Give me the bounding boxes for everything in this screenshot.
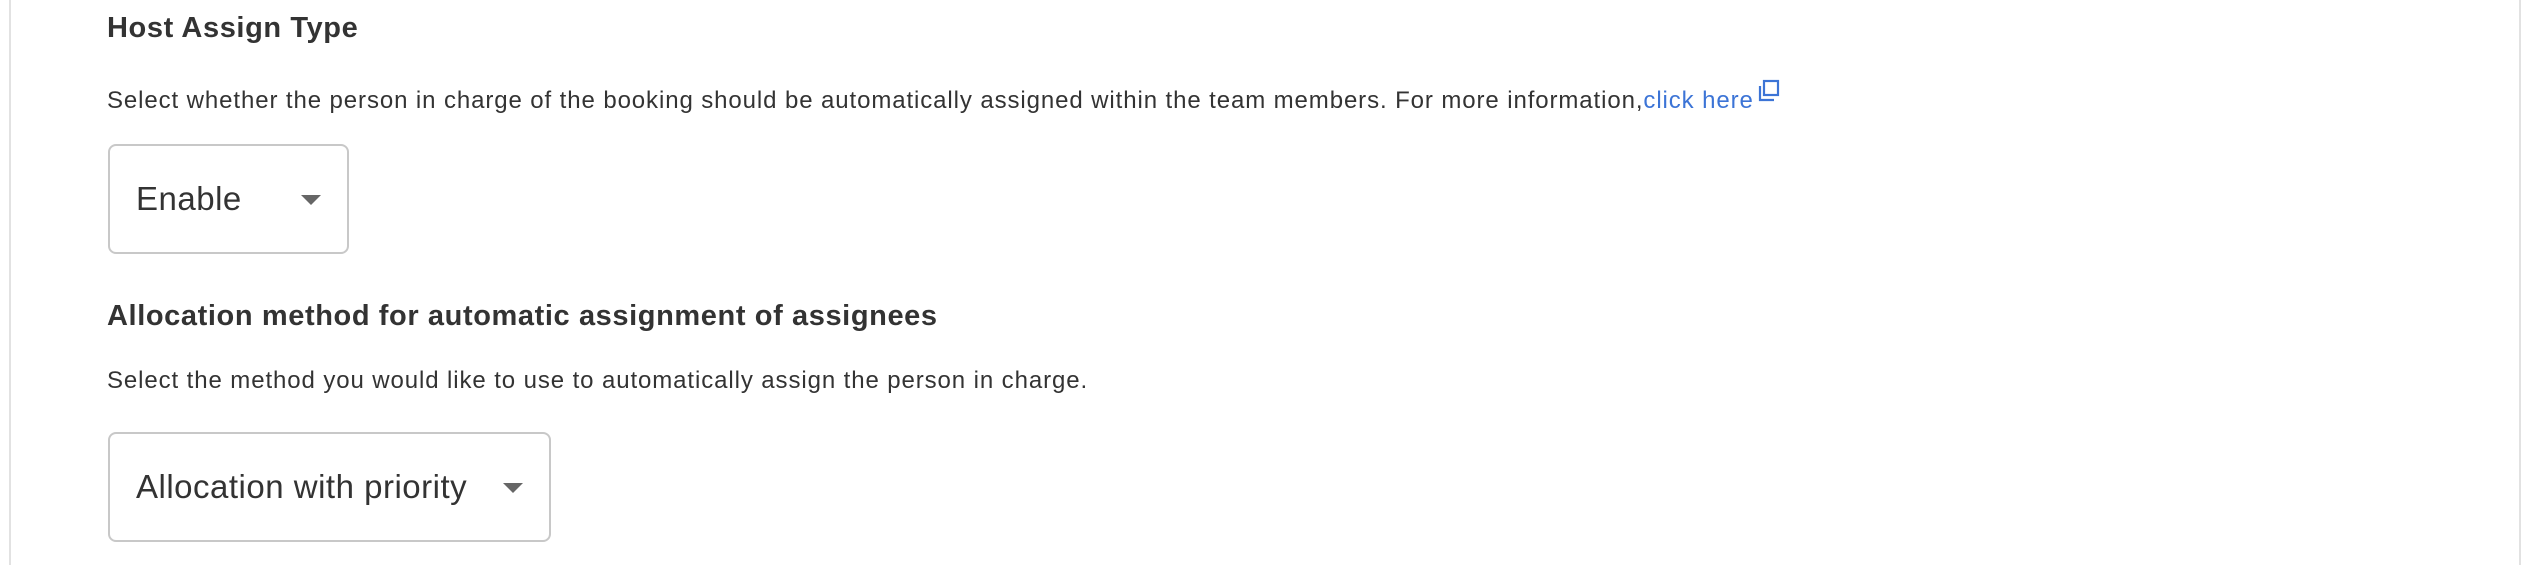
click-here-link[interactable]: click here bbox=[1643, 79, 1781, 114]
allocation-section: Allocation method for automatic assignme… bbox=[107, 300, 938, 333]
external-link-icon bbox=[1758, 79, 1779, 102]
host-assign-select[interactable]: Enable bbox=[108, 144, 349, 254]
allocation-description: Select the method you would like to use … bbox=[107, 367, 1089, 394]
host-assign-description-text: Select whether the person in charge of t… bbox=[107, 87, 1644, 114]
host-assign-select-value: Enable bbox=[136, 180, 242, 217]
host-assign-section: Host Assign Type bbox=[107, 12, 358, 45]
click-here-link-label: click here bbox=[1643, 87, 1754, 114]
caret-down-icon bbox=[301, 195, 321, 205]
allocation-title: Allocation method for automatic assignme… bbox=[107, 300, 938, 332]
allocation-description-row: Select the method you would like to use … bbox=[107, 367, 1088, 395]
host-assign-description: Select whether the person in charge of t… bbox=[107, 78, 1782, 115]
caret-down-icon bbox=[503, 483, 523, 493]
host-assign-title: Host Assign Type bbox=[107, 12, 359, 44]
host-assign-description-row: Select whether the person in charge of t… bbox=[107, 78, 1782, 115]
allocation-select-value: Allocation with priority bbox=[136, 468, 468, 505]
settings-panel: Host Assign Type Select whether the pers… bbox=[9, 0, 2521, 565]
allocation-select[interactable]: Allocation with priority bbox=[108, 432, 551, 542]
